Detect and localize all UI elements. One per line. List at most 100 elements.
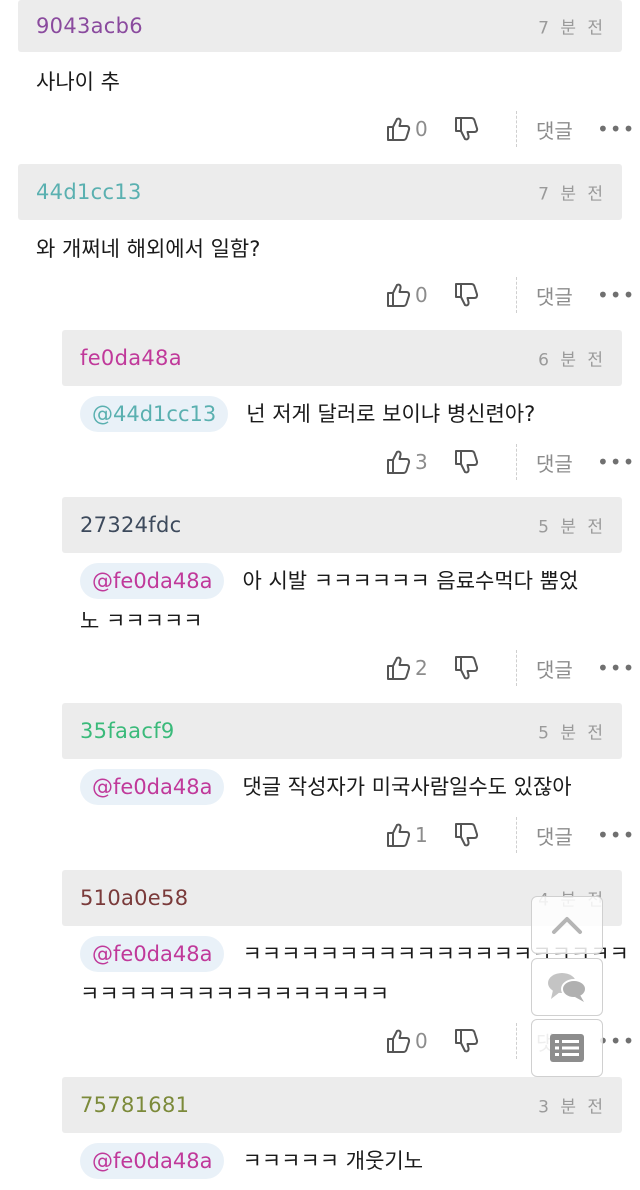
- reply-text-line: @fe0da48a 아 시발 ㅋㅋㅋㅋㅋㅋ 음료수먹다 뿜었: [80, 561, 578, 601]
- thumbs-down-icon: [455, 1029, 479, 1053]
- reply-header: 75781681 3 분 전: [62, 1077, 622, 1133]
- like-count: 1: [415, 823, 428, 847]
- thumbs-down-icon: [455, 450, 479, 474]
- like-count: 0: [415, 283, 428, 307]
- list-button[interactable]: [531, 1019, 603, 1077]
- comment-time: 7 분 전: [538, 184, 606, 205]
- comment-username[interactable]: 510a0e58: [80, 886, 188, 910]
- like-button[interactable]: 1: [385, 815, 428, 855]
- comment-actions: 3 댓글 •••: [385, 442, 634, 482]
- thumbs-up-icon: [387, 117, 411, 141]
- more-icon: •••: [597, 823, 636, 847]
- action-divider: [516, 111, 517, 147]
- more-icon: •••: [597, 450, 636, 474]
- reply-header: 27324fdc 5 분 전: [62, 497, 622, 553]
- thumbs-up-icon: [387, 1029, 411, 1053]
- comment-text: 와 개쩌네 해외에서 일함?: [36, 237, 261, 261]
- thumbs-up-icon: [387, 450, 411, 474]
- reply-button[interactable]: 댓글: [536, 815, 573, 855]
- reply-label: 댓글: [536, 451, 573, 476]
- reply-text-line2: ㅋㅋㅋㅋㅋㅋㅋㅋㅋㅋㅋㅋㅋㅋㅋㅋ: [80, 982, 390, 1006]
- action-divider: [516, 817, 517, 853]
- thumbs-down-icon: [455, 823, 479, 847]
- comment-username[interactable]: 75781681: [80, 1093, 189, 1117]
- comment-header: 44d1cc13 7 분 전: [18, 164, 622, 220]
- reply-button[interactable]: 댓글: [536, 648, 573, 688]
- reply-header: fe0da48a 6 분 전: [62, 330, 622, 386]
- more-button[interactable]: •••: [597, 648, 635, 688]
- comment-username[interactable]: 9043acb6: [36, 14, 143, 38]
- comment-username[interactable]: 27324fdc: [80, 513, 181, 537]
- like-count: 2: [415, 656, 428, 680]
- more-button[interactable]: •••: [597, 815, 635, 855]
- action-divider: [516, 277, 517, 313]
- more-button[interactable]: •••: [597, 442, 635, 482]
- more-icon: •••: [597, 283, 636, 307]
- thumbs-down-icon: [455, 283, 479, 307]
- comment-actions: 0 댓글 •••: [385, 275, 634, 315]
- mention-tag[interactable]: @fe0da48a: [80, 1143, 225, 1179]
- reply-button[interactable]: 댓글: [536, 109, 573, 149]
- reply-button[interactable]: 댓글: [536, 442, 573, 482]
- thumbs-up-icon: [387, 283, 411, 307]
- chevron-up-icon: [552, 917, 582, 934]
- reply-text: 아 시발 ㅋㅋㅋㅋㅋㅋ 음료수먹다 뿜었: [242, 569, 579, 593]
- thumbs-down-icon: [455, 117, 479, 141]
- mention-tag[interactable]: @fe0da48a: [80, 769, 225, 805]
- comment-username[interactable]: 44d1cc13: [36, 180, 142, 204]
- like-count: 0: [415, 1029, 428, 1053]
- reply-text-line: @44d1cc13 넌 저게 달러로 보이냐 병신련아?: [80, 394, 535, 434]
- mention-tag[interactable]: @fe0da48a: [80, 936, 225, 972]
- scroll-top-button[interactable]: [531, 896, 603, 954]
- thumbs-up-icon: [387, 823, 411, 847]
- like-button[interactable]: 2: [385, 648, 428, 688]
- dislike-button[interactable]: [453, 1021, 479, 1061]
- dislike-button[interactable]: [453, 442, 479, 482]
- reply-text-line: @fe0da48a ㅋㅋㅋㅋㅋ 개웃기노: [80, 1141, 423, 1181]
- reply-header: 35faacf9 5 분 전: [62, 703, 622, 759]
- more-button[interactable]: •••: [597, 275, 635, 315]
- reply-text-line: @fe0da48a 댓글 작성자가 미국사람일수도 있잖아: [80, 767, 572, 807]
- reply-text: 댓글 작성자가 미국사람일수도 있잖아: [242, 775, 572, 799]
- reply-label: 댓글: [536, 824, 573, 849]
- comment-time: 5 분 전: [538, 517, 606, 538]
- like-count: 0: [415, 117, 428, 141]
- reply-text-line2: 노 ㅋㅋㅋㅋㅋ: [80, 609, 203, 633]
- reply-text: 넌 저게 달러로 보이냐 병신련아?: [246, 402, 536, 426]
- reply-button[interactable]: 댓글: [536, 275, 573, 315]
- mention-tag[interactable]: @fe0da48a: [80, 563, 225, 599]
- comments-icon: [548, 973, 587, 1002]
- comment-header: 9043acb6 7 분 전: [18, 0, 622, 52]
- action-divider: [516, 650, 517, 686]
- comment-actions: 0 댓글 •••: [385, 109, 634, 149]
- like-count: 3: [415, 450, 428, 474]
- like-button[interactable]: 0: [385, 109, 428, 149]
- comments-button[interactable]: [531, 958, 603, 1016]
- more-button[interactable]: •••: [597, 109, 635, 149]
- more-icon: •••: [597, 117, 636, 141]
- dislike-button[interactable]: [453, 648, 479, 688]
- comment-time: 7 분 전: [538, 18, 606, 39]
- dislike-button[interactable]: [453, 109, 479, 149]
- reply-label: 댓글: [536, 657, 573, 682]
- thumbs-down-icon: [455, 656, 479, 680]
- thumbs-up-icon: [387, 656, 411, 680]
- dislike-button[interactable]: [453, 275, 479, 315]
- reply-text: ㅋㅋㅋㅋㅋ 개웃기노: [242, 1149, 424, 1173]
- comment-actions: 1 댓글 •••: [385, 815, 634, 855]
- dislike-button[interactable]: [453, 815, 479, 855]
- reply-label: 댓글: [536, 118, 573, 143]
- comment-time: 3 분 전: [538, 1097, 606, 1118]
- comment-username[interactable]: 35faacf9: [80, 719, 175, 743]
- comment-username[interactable]: fe0da48a: [80, 346, 182, 370]
- comment-actions: 2 댓글 •••: [385, 648, 634, 688]
- list-icon: [550, 1034, 584, 1062]
- mention-tag[interactable]: @44d1cc13: [80, 396, 229, 432]
- like-button[interactable]: 3: [385, 442, 428, 482]
- more-icon: •••: [597, 656, 636, 680]
- comment-time: 5 분 전: [538, 723, 606, 744]
- comment-text: 사나이 추: [36, 70, 120, 94]
- action-divider: [516, 444, 517, 480]
- like-button[interactable]: 0: [385, 1021, 428, 1061]
- like-button[interactable]: 0: [385, 275, 428, 315]
